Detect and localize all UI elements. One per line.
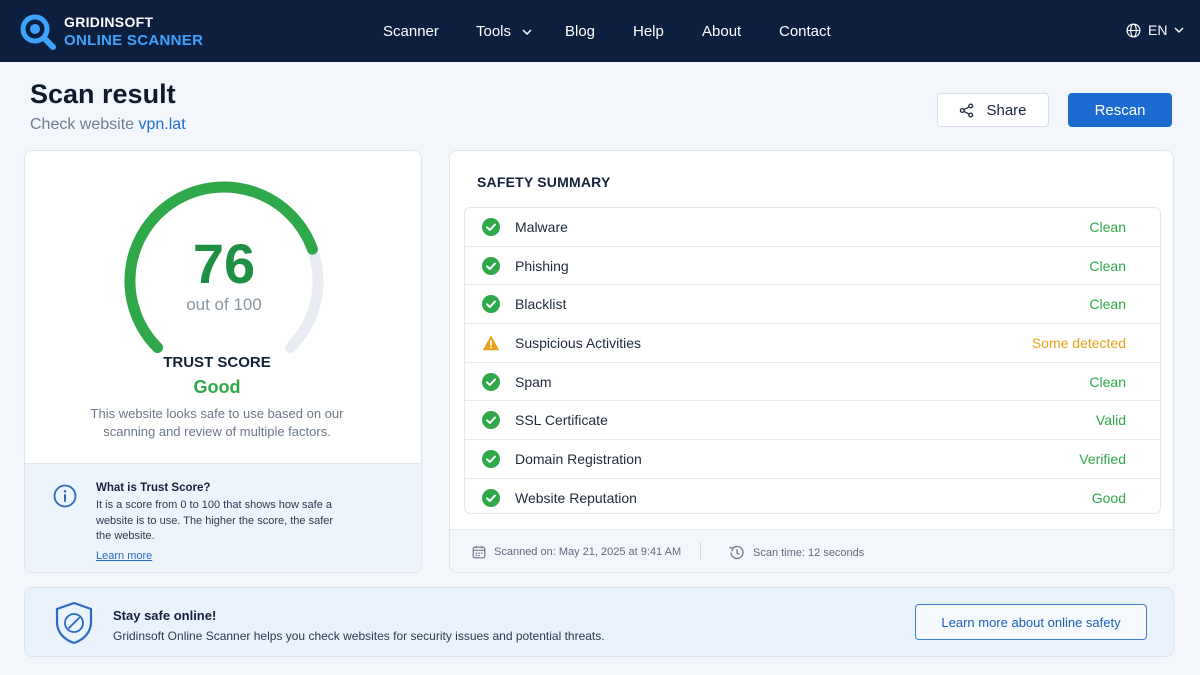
summary-item-status: Verified (1079, 451, 1126, 468)
page-title: Scan result (30, 79, 176, 109)
summary-item-status: Clean (1089, 257, 1126, 274)
trust-score-rating: Good (193, 377, 241, 397)
trust-score-card: 76 out of 100 TRUST SCORE Good This webs… (24, 150, 422, 573)
scanned-domain-link[interactable]: vpn.lat (139, 116, 186, 133)
info-circle-icon (53, 484, 77, 508)
trust-score-description: This website looks safe to use based on … (90, 406, 344, 439)
summary-item-name: Spam (515, 373, 552, 390)
nav-contact[interactable]: Contact (779, 23, 831, 40)
summary-item-name: Malware (515, 219, 568, 235)
scan-meta-bar: Scanned on: May 21, 2025 at 9:41 AM Scan… (450, 529, 1173, 572)
banner-text: Gridinsoft Online Scanner helps you chec… (113, 629, 605, 643)
chevron-down-icon (1174, 27, 1184, 33)
safety-summary-card: SAFETY SUMMARY Malware Clean Phishing Clean… (449, 150, 1174, 573)
clock-history-icon (729, 545, 744, 560)
check-circle-icon (482, 218, 500, 236)
learn-more-link[interactable]: Learn more (96, 550, 152, 562)
summary-row: SSL Certificate Valid (465, 401, 1160, 441)
scan-time-text: Scan time: 12 seconds (753, 546, 865, 559)
learn-more-safety-button[interactable]: Learn more about online safety (915, 604, 1147, 640)
page-subtitle: Check website vpn.lat (30, 116, 186, 134)
safety-summary-title: SAFETY SUMMARY (477, 174, 611, 190)
subtitle-prefix: Check website (30, 116, 135, 133)
check-circle-icon (482, 411, 500, 430)
safety-summary-list: Malware Clean Phishing Clean Blacklist Clean S… (464, 207, 1161, 514)
meta-divider (700, 542, 701, 560)
check-circle-icon (482, 295, 500, 314)
brand-name[interactable]: GRIDINSOFT (64, 14, 153, 30)
share-icon (960, 102, 974, 118)
nav-about[interactable]: About (702, 23, 741, 40)
calendar-icon (472, 545, 486, 559)
nav-blog[interactable]: Blog (565, 23, 595, 40)
trust-score-value: 76 (192, 232, 256, 295)
stay-safe-banner: Stay safe online! Gridinsoft Online Scan… (24, 587, 1174, 657)
top-navbar: GRIDINSOFT ONLINE SCANNER Scanner Tools … (0, 0, 1200, 62)
brand-product[interactable]: ONLINE SCANNER (64, 32, 203, 49)
trust-score-info-box: What is Trust Score? It is a score from … (25, 463, 421, 572)
nav-tools-label: Tools (476, 23, 512, 40)
summary-row: Domain Registration Verified (465, 440, 1160, 479)
summary-item-status: Good (1091, 489, 1126, 506)
trust-score-label: TRUST SCORE (163, 354, 271, 371)
nav-help[interactable]: Help (633, 23, 664, 40)
summary-item-status: Clean (1089, 219, 1126, 235)
globe-icon (1126, 23, 1141, 37)
nav-scanner[interactable]: Scanner (383, 23, 439, 40)
summary-item-name: Suspicious Activities (515, 335, 642, 352)
summary-item-name: SSL Certificate (515, 412, 608, 429)
language-label: EN (1148, 22, 1168, 38)
banner-title: Stay safe online! (113, 608, 217, 623)
check-circle-icon (482, 488, 500, 507)
summary-item-status: Clean (1089, 373, 1126, 390)
summary-row: Suspicious Activities Some detected (465, 324, 1160, 363)
check-circle-icon (482, 256, 500, 275)
warning-triangle-icon (482, 335, 500, 351)
language-selector[interactable]: EN (1126, 22, 1184, 38)
summary-item-status: Clean (1089, 296, 1126, 313)
share-label: Share (986, 101, 1027, 119)
scanned-on: Scanned on: May 21, 2025 at 9:41 AM (472, 545, 681, 559)
summary-row: Phishing Clean (465, 247, 1160, 286)
summary-row: Blacklist Clean (465, 285, 1160, 325)
check-circle-icon (482, 372, 500, 391)
shield-icon (55, 601, 93, 645)
check-circle-icon (482, 450, 500, 469)
summary-item-name: Website Reputation (515, 489, 637, 506)
info-text: It is a score from 0 to 100 that shows h… (96, 499, 334, 542)
nav-tools[interactable]: Tools (476, 23, 532, 40)
info-title: What is Trust Score? (96, 482, 211, 494)
rescan-button[interactable]: Rescan (1068, 93, 1172, 127)
summary-item-name: Phishing (515, 257, 569, 274)
summary-row: Malware Clean (465, 208, 1160, 247)
summary-item-status: Valid (1095, 412, 1126, 429)
chevron-down-icon (522, 29, 532, 35)
summary-row: Website Reputation Good (465, 479, 1160, 513)
share-button[interactable]: Share (937, 93, 1049, 127)
magnifier-logo-icon[interactable] (18, 13, 58, 51)
summary-item-status: Some detected (1031, 335, 1126, 352)
scan-time: Scan time: 12 seconds (728, 545, 864, 560)
summary-row: Spam Clean (465, 363, 1160, 402)
summary-item-name: Blacklist (515, 296, 567, 313)
summary-item-name: Domain Registration (515, 451, 642, 468)
scanned-on-text: Scanned on: May 21, 2025 at 9:41 AM (494, 546, 682, 558)
trust-score-max: out of 100 (186, 295, 262, 314)
